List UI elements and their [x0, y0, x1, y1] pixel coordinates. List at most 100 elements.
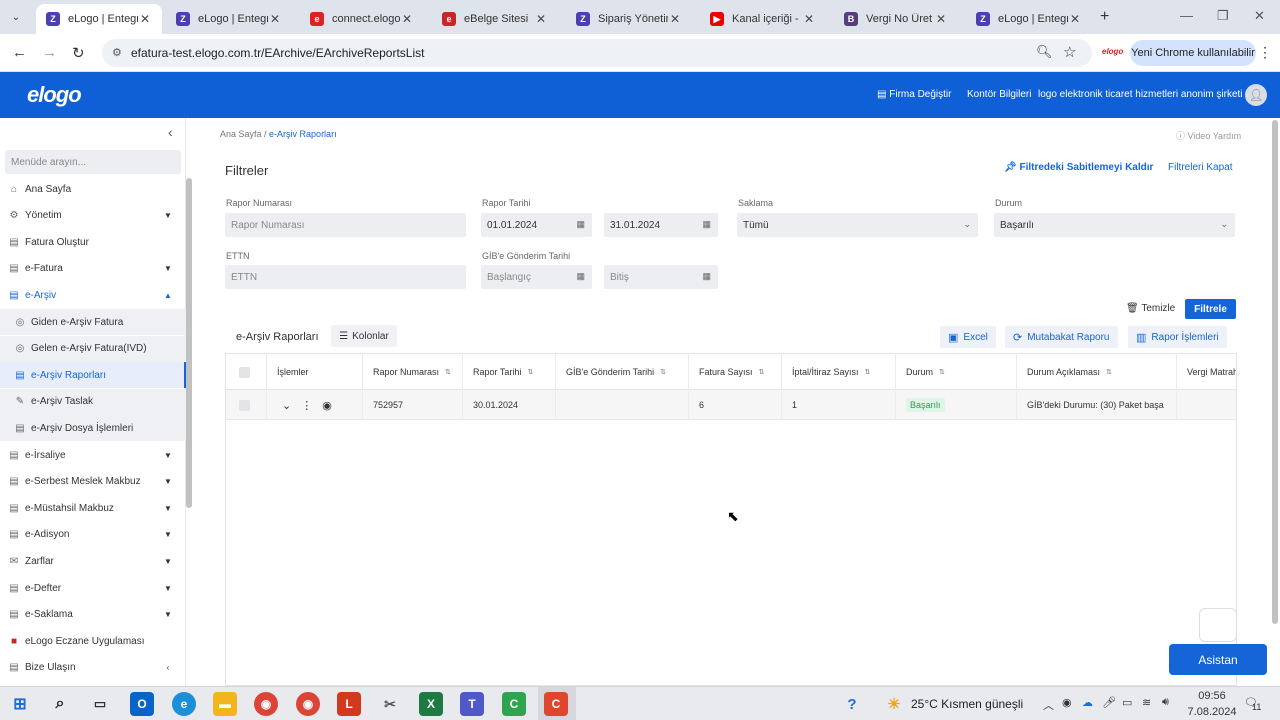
sidebar-item[interactable]: ▤ e-Fatura ▼ — [0, 256, 186, 282]
durum-select[interactable]: Başarılı ⌄ — [994, 213, 1235, 237]
menu-search-input[interactable]: Menüde arayın... — [5, 150, 181, 174]
sort-icon[interactable]: ⇅ — [759, 368, 765, 376]
rapor-tarihi-end-input[interactable]: 31.01.2024 ▦ — [604, 213, 718, 237]
sidebar-item[interactable]: ▤ Bize Ulaşın ‹ — [0, 655, 186, 681]
clock-date[interactable]: 7.08.2024 — [1187, 706, 1237, 718]
sort-icon[interactable]: ⇅ — [527, 368, 533, 376]
sort-icon[interactable]: ⇅ — [865, 368, 871, 376]
sidebar-item[interactable]: ▤ e-Müstahsil Makbuz ▼ — [0, 495, 186, 521]
sort-icon[interactable]: ⇅ — [939, 368, 945, 376]
sidebar-item[interactable]: ✉ Zarflar ▼ — [0, 548, 186, 574]
battery-icon[interactable]: ▭ — [1122, 696, 1132, 709]
sidebar-item[interactable]: ▤ e-Saklama ▼ — [0, 602, 186, 628]
elogo-extension-icon[interactable]: elogo — [1102, 47, 1123, 56]
select-all-checkbox[interactable] — [239, 366, 250, 378]
sidebar-item[interactable]: ▤ e-Arşiv Raporları — [0, 362, 186, 389]
sidebar-item[interactable]: ▤ e-İrsaliye ▼ — [0, 442, 186, 468]
saklama-select[interactable]: Tümü ⌄ — [737, 213, 978, 237]
clock-time[interactable]: 09:56 — [1194, 690, 1230, 702]
rapor-no-input[interactable]: Rapor Numarası — [225, 213, 466, 237]
header-durum[interactable]: Durum ⇅ — [896, 354, 1017, 390]
notification-count[interactable]: 11 — [1252, 702, 1261, 712]
red-app-icon[interactable]: L — [337, 692, 361, 716]
header-fatura-sayisi[interactable]: Fatura Sayısı ⇅ — [689, 354, 782, 390]
weather-text[interactable]: 25°C Kısmen güneşli — [911, 697, 1023, 711]
gib-start-input[interactable]: Başlangıç ▦ — [481, 265, 592, 289]
chrome-icon[interactable]: ◉ — [254, 692, 278, 716]
snipping-tool-icon[interactable]: ✂ — [378, 692, 402, 716]
header-vergi-matrahi[interactable]: Vergi Matrahı — [1177, 354, 1236, 390]
chrome-update-button[interactable]: Yeni Chrome kullanılabilir — [1130, 40, 1256, 66]
header-iptal-sayisi[interactable]: İptal/İtiraz Sayısı ⇅ — [782, 354, 896, 390]
omnibox[interactable]: ⚙ efatura-test.elogo.com.tr/EArchive/EAr… — [102, 39, 1092, 67]
close-filters-link[interactable]: Filtreleri Kapat — [1168, 162, 1232, 173]
sidebar-item[interactable]: ◎ Giden e-Arşiv Fatura — [0, 309, 186, 335]
tray-expand-icon[interactable]: ︿ — [1043, 697, 1054, 713]
edge-icon[interactable]: e — [172, 692, 196, 716]
assistant-button[interactable]: Asistan — [1169, 644, 1267, 675]
teams-icon[interactable]: T — [460, 692, 484, 716]
company-name[interactable]: logo elektronik ticaret hizmetleri anoni… — [1038, 89, 1243, 100]
reload-button[interactable]: ↻ — [72, 44, 85, 62]
windows-start-icon[interactable]: ⊞ — [8, 692, 32, 716]
search-icon[interactable]: ⌕ — [48, 692, 72, 716]
sidebar-scrollbar[interactable] — [186, 178, 192, 508]
sidebar-item[interactable]: ■ eLogo Eczane Uygulaması — [0, 628, 186, 654]
tab-close-icon[interactable]: ✕ — [1068, 12, 1082, 26]
tray-record-icon[interactable]: ◉ — [1062, 696, 1072, 709]
tab-close-icon[interactable]: ✕ — [668, 12, 682, 26]
more-vertical-icon[interactable]: ⋮ — [301, 399, 312, 412]
mutabakat-report-button[interactable]: ⟳ Mutabakat Raporu — [1005, 326, 1118, 348]
calendar-icon[interactable]: ▦ — [576, 219, 585, 230]
sort-icon[interactable]: ⇅ — [1106, 368, 1112, 376]
sidebar-item[interactable]: ▤ e-Arşiv ▲ — [0, 282, 186, 308]
sidebar-item[interactable]: ✎ e-Arşiv Taslak — [0, 388, 186, 415]
green-app-icon[interactable]: C — [502, 692, 526, 716]
breadcrumb-home[interactable]: Ana Sayfa — [220, 129, 262, 139]
browser-menu-icon[interactable]: ⋮ — [1258, 44, 1272, 61]
sidebar-item[interactable]: ▤ e-Serbest Meslek Makbuz ▼ — [0, 469, 186, 495]
header-durum-aciklama[interactable]: Durum Açıklaması ⇅ — [1017, 354, 1177, 390]
unpin-filters-link[interactable]: 📌︎ Filtredeki Sabitlemeyi Kaldır — [1004, 162, 1153, 173]
chrome-profile-icon[interactable]: ◉ — [296, 692, 320, 716]
tab-close-icon[interactable]: ✕ — [534, 12, 548, 26]
table-row[interactable]: ⌄ ⋮ ◉ 752957 30.01.2024 6 1 Başarılı GİB… — [226, 390, 1236, 420]
sidebar-item[interactable]: ⚙ Yönetim ▼ — [0, 203, 186, 229]
sidebar-item[interactable]: ▤ e-Adisyon ▼ — [0, 522, 186, 548]
header-gib-tarihi[interactable]: GİB'e Gönderim Tarihi ⇅ — [556, 354, 689, 390]
back-button[interactable]: ← — [12, 44, 27, 61]
header-rapor-tarihi[interactable]: Rapor Tarihi ⇅ — [463, 354, 556, 390]
row-checkbox[interactable] — [239, 399, 250, 411]
screen-recorder-icon[interactable]: C — [544, 692, 568, 716]
tab-close-icon[interactable]: ✕ — [138, 12, 152, 26]
sort-icon[interactable]: ⇅ — [445, 368, 451, 376]
kontor-bilgileri-link[interactable]: Kontör Bilgileri — [967, 89, 1031, 100]
browser-tab[interactable]: ZeLogo | Entegrat✕ — [966, 4, 1092, 34]
report-actions-button[interactable]: ▥ Rapor İşlemleri — [1128, 326, 1227, 348]
calendar-icon[interactable]: ▦ — [702, 219, 711, 230]
video-help-link[interactable]: ⓘ Video Yardım — [1176, 129, 1241, 142]
tab-close-icon[interactable]: ✕ — [802, 12, 816, 26]
browser-tab[interactable]: B Vergi No Üret | V✕ — [834, 4, 958, 34]
forward-button[interactable]: → — [42, 44, 57, 61]
tab-close-icon[interactable]: ✕ — [934, 12, 948, 26]
rapor-tarihi-start-input[interactable]: 01.01.2024 ▦ — [481, 213, 592, 237]
onedrive-icon[interactable]: ☁ — [1082, 696, 1093, 709]
sidebar-item[interactable]: ▤ e-Defter ▼ — [0, 575, 186, 601]
clear-button[interactable]: 🗑︎ Temizle — [1126, 303, 1175, 314]
speaker-icon[interactable]: 🔊︎ — [1162, 696, 1169, 709]
firma-degistir-link[interactable]: ▤ Firma Değiştir — [877, 89, 951, 100]
sidebar-item[interactable]: ⌂ Ana Sayfa — [0, 176, 186, 202]
tab-close-icon[interactable]: ✕ — [268, 12, 282, 26]
browser-tab[interactable]: e connect.elogo.cc✕ — [300, 4, 424, 34]
wifi-icon[interactable]: ≋ — [1142, 696, 1151, 709]
excel-icon[interactable]: X — [419, 692, 443, 716]
new-tab-button[interactable]: + — [1100, 8, 1109, 26]
browser-tab[interactable]: ZeLogo | Entegrat✕ — [166, 4, 292, 34]
sort-icon[interactable]: ⇅ — [660, 368, 666, 376]
columns-button[interactable]: ☰ Kolonlar — [331, 325, 397, 347]
site-info-icon[interactable]: ⚙ — [112, 46, 122, 59]
microphone-icon[interactable]: 🎤︎ — [1102, 696, 1116, 709]
floating-widget[interactable] — [1199, 608, 1237, 642]
elogo-logo[interactable]: elogo — [27, 82, 82, 108]
